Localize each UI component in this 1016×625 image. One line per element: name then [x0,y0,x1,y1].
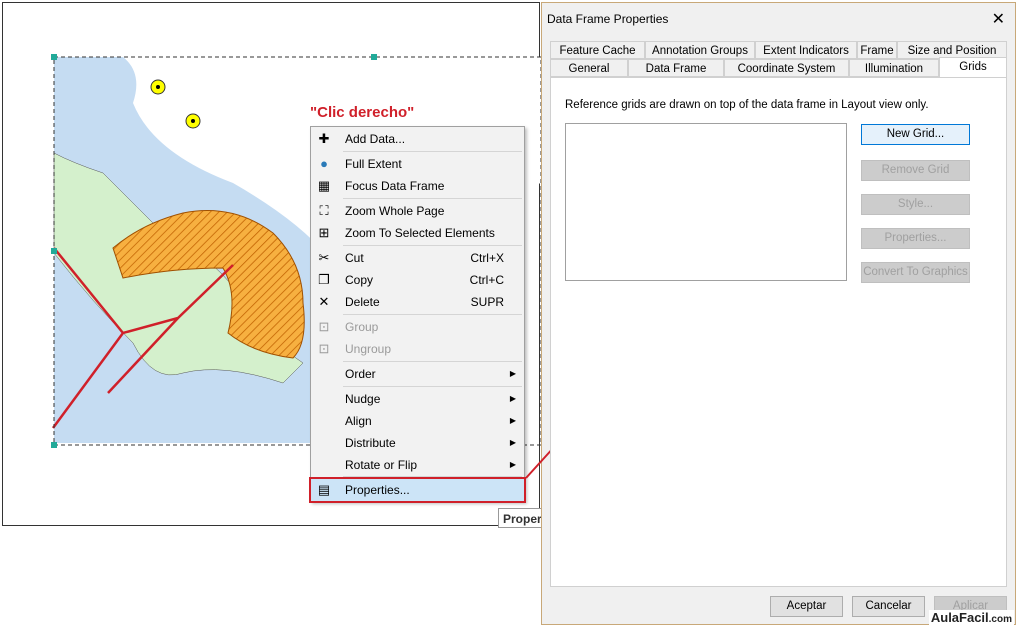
dialog-title: Data Frame Properties [547,12,669,26]
shortcut-label: Ctrl+C [469,273,504,287]
ungroup-icon: ⊡ [318,341,330,356]
menu-item-full-extent[interactable]: ● Full Extent [311,153,524,175]
new-grid-button[interactable]: New Grid... [861,124,970,145]
menu-item-label: Ungroup [345,342,392,356]
submenu-arrow-icon: ▶ [509,369,516,378]
menu-item-label: Add Data... [345,132,406,146]
grids-panel: Reference grids are drawn on top of the … [550,77,1007,587]
annotation-caption: "Clic derecho" [310,104,415,121]
menu-item-distribute[interactable]: Distribute ▶ [311,432,524,454]
tab-illumination[interactable]: Illumination [849,59,939,77]
add-data-icon: ✚ [318,131,330,146]
data-frame-properties-dialog: Data Frame Properties ✕ Reference grids … [541,2,1016,625]
zoom-selected-icon: ⊞ [318,225,330,240]
tab-coordinate-system[interactable]: Coordinate System [724,59,849,77]
convert-to-graphics-button[interactable]: Convert To Graphics [861,262,970,283]
menu-item-label: Nudge [345,392,381,406]
menu-separator [343,314,522,315]
shortcut-label: Ctrl+X [470,251,504,265]
menu-item-cut[interactable]: ✂ Cut Ctrl+X [311,247,524,269]
copy-icon: ❐ [318,272,330,287]
cancel-button[interactable]: Cancelar [852,596,925,617]
menu-separator [343,361,522,362]
menu-separator [343,476,522,477]
remove-grid-button[interactable]: Remove Grid [861,160,970,181]
menu-item-label: Zoom To Selected Elements [345,226,495,240]
menu-item-nudge[interactable]: Nudge ▶ [311,388,524,410]
menu-item-delete[interactable]: ✕ Delete SUPR [311,291,524,313]
tab-feature-cache[interactable]: Feature Cache [550,41,645,59]
style-button[interactable]: Style... [861,194,970,215]
globe-icon: ● [320,156,328,171]
close-icon[interactable]: ✕ [992,9,1005,29]
menu-item-label: Full Extent [345,157,402,171]
aulafacil-watermark: AulaFacil.com [928,610,1014,625]
tab-general[interactable]: General [550,59,628,77]
tab-frame[interactable]: Frame [857,41,897,59]
ok-button[interactable]: Aceptar [770,596,843,617]
menu-item-label: Distribute [345,436,396,450]
menu-separator [343,386,522,387]
tooltip: Proper [498,508,542,528]
grids-list[interactable] [565,123,847,281]
tab-grids[interactable]: Grids [939,57,1007,77]
menu-item-properties[interactable]: ▤ Properties... [309,477,526,503]
submenu-arrow-icon: ▶ [509,438,516,447]
menu-item-label: Zoom Whole Page [345,204,445,218]
menu-item-order[interactable]: Order ▶ [311,363,524,385]
submenu-arrow-icon: ▶ [509,394,516,403]
context-menu: ✚ Add Data... ● Full Extent ▦ Focus Data Fram… [309,126,526,503]
tab-extent-indicators[interactable]: Extent Indicators [755,41,857,59]
menu-item-focus-data-frame[interactable]: ▦ Focus Data Frame [311,175,524,197]
menu-item-add-data[interactable]: ✚ Add Data... [311,128,524,150]
menu-item-label: Delete [345,295,380,309]
menu-item-label: Properties... [345,483,410,497]
zoom-whole-page-icon: ⛶ [319,203,329,218]
menu-item-label: Align [345,414,372,428]
menu-item-copy[interactable]: ❐ Copy Ctrl+C [311,269,524,291]
menu-separator [343,198,522,199]
grid-properties-button[interactable]: Properties... [861,228,970,249]
menu-item-zoom-whole-page[interactable]: ⛶ Zoom Whole Page [311,200,524,222]
scissors-icon: ✂ [318,250,330,265]
menu-item-label: Copy [345,273,374,287]
menu-item-ungroup[interactable]: ⊡ Ungroup [311,338,524,360]
menu-item-label: Cut [345,251,364,265]
delete-x-icon: ✕ [318,294,330,309]
group-icon: ⊡ [318,319,330,334]
menu-item-label: Group [345,320,379,334]
menu-item-group[interactable]: ⊡ Group [311,316,524,338]
menu-separator [343,151,522,152]
tab-annotation-groups[interactable]: Annotation Groups [645,41,755,59]
menu-separator [343,245,522,246]
menu-item-rotate-or-flip[interactable]: Rotate or Flip ▶ [311,454,524,476]
submenu-arrow-icon: ▶ [509,416,516,425]
grids-description: Reference grids are drawn on top of the … [565,99,929,111]
menu-item-zoom-to-selected-elements[interactable]: ⊞ Zoom To Selected Elements [311,222,524,244]
focus-data-frame-icon: ▦ [317,178,331,193]
shortcut-label: SUPR [470,295,504,309]
menu-item-label: Rotate or Flip [345,458,418,472]
properties-icon: ▤ [317,482,331,497]
menu-item-label: Focus Data Frame [345,179,445,193]
tab-data-frame[interactable]: Data Frame [628,59,724,77]
submenu-arrow-icon: ▶ [509,460,516,469]
menu-item-label: Order [345,367,376,381]
menu-item-align[interactable]: Align ▶ [311,410,524,432]
